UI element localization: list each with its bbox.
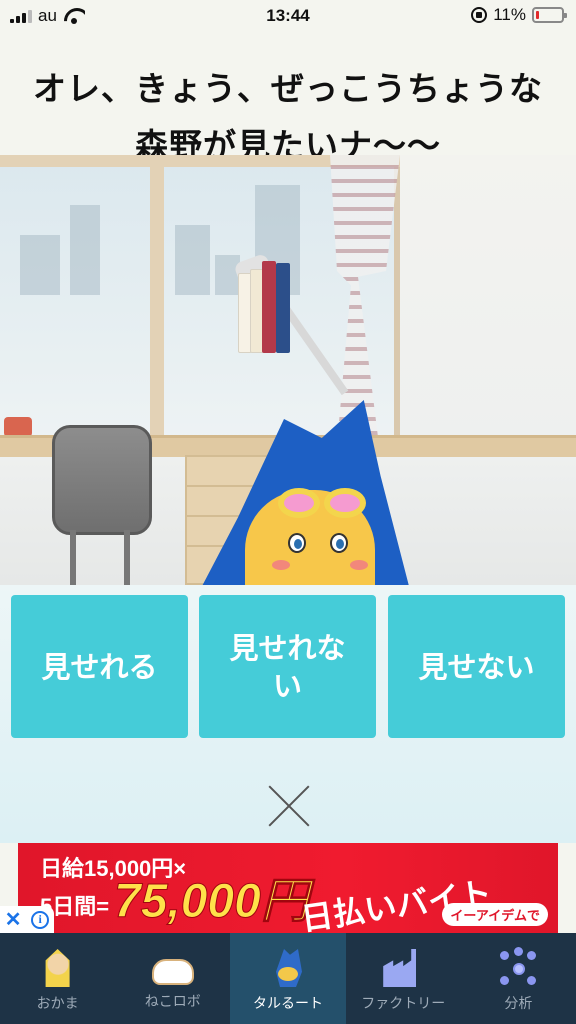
answer-button-3[interactable]: 見せない [388, 595, 565, 738]
chair-illustration [52, 425, 152, 535]
nav-label: タルるート [253, 996, 323, 1012]
nav-label: 分析 [504, 996, 533, 1012]
okama-icon [45, 949, 70, 987]
cheek-left [272, 560, 290, 570]
close-icon[interactable] [266, 785, 310, 829]
ad-banner-area: 日給15,000円× 5日間= 75,000円 日払いバイト イーアイデムで [0, 843, 576, 933]
battery-percent: 11% [493, 5, 526, 24]
cat-robot-icon [151, 959, 194, 985]
battery-icon [532, 7, 567, 23]
ad-amount: 75,000円 [114, 875, 310, 929]
ad-info-icon[interactable]: i [31, 910, 50, 929]
orientation-lock-icon [471, 7, 488, 23]
goggle-left [278, 488, 320, 518]
eye-right [330, 533, 348, 553]
nav-label: おかま [36, 996, 79, 1012]
scene-illustration [0, 155, 576, 585]
ad-banner[interactable]: 日給15,000円× 5日間= 75,000円 日払いバイト イーアイデムで [18, 843, 558, 933]
tarurute-character [200, 400, 410, 585]
nav-item-nekorobo[interactable]: ねこロボ [115, 933, 230, 1024]
nav-item-analysis[interactable]: 分析 [461, 933, 576, 1024]
nav-item-factory[interactable]: ファクトリー [346, 933, 461, 1024]
goggle-right [324, 488, 366, 518]
alarm-clock-illustration [4, 417, 32, 437]
status-right: 11% [471, 5, 567, 25]
ad-company: イーアイデムで [442, 903, 548, 926]
status-bar: au 13:44 11% [0, 0, 576, 32]
eye-left [288, 533, 306, 553]
network-icon [498, 947, 538, 987]
answer-button-1[interactable]: 見せれる [11, 595, 188, 738]
nav-item-tarurute[interactable]: タルるート [230, 933, 346, 1024]
answer-area: 見せれる 見せれない 見せない [0, 585, 576, 843]
answer-button-2[interactable]: 見せれない [199, 595, 376, 738]
factory-icon [383, 949, 417, 987]
nav-item-okama[interactable]: おかま [0, 933, 115, 1024]
bottom-nav: おかま ねこロボ タルるート ファクトリー 分析 [0, 933, 576, 1024]
nav-label: ファクトリー [361, 996, 446, 1012]
battery-level [536, 11, 539, 19]
tarurute-icon [276, 949, 302, 987]
nav-label: ねこロボ [144, 994, 201, 1010]
ad-close-icon[interactable]: ✕ [5, 907, 22, 932]
ad-choices: ✕ i [0, 906, 54, 933]
cheek-right [350, 560, 368, 570]
